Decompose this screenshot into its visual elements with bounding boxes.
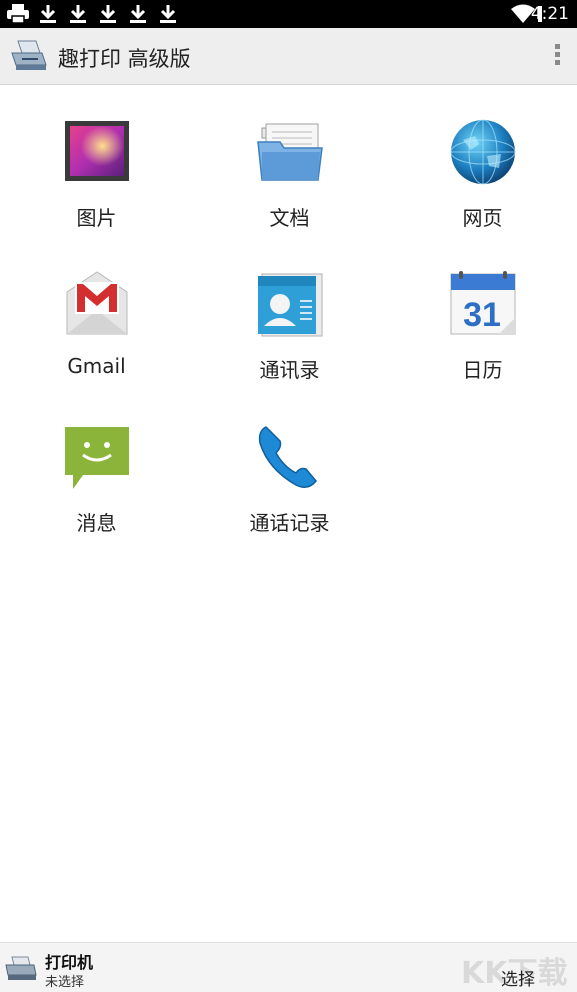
select-label: 选择 (501, 970, 535, 990)
grid-item-documents[interactable]: 文档 (193, 118, 386, 258)
download-icon (160, 5, 176, 23)
grid-item-messages[interactable]: 消息 (0, 423, 193, 563)
phone-icon (256, 423, 324, 491)
grid-item-call-log[interactable]: 通话记录 (193, 423, 386, 563)
grid-label: Gmail (67, 354, 126, 378)
overflow-menu-icon[interactable] (553, 44, 561, 70)
message-icon (63, 423, 131, 491)
download-icon (40, 5, 56, 23)
gallery-icon (63, 118, 131, 186)
gmail-icon (63, 270, 131, 338)
grid-label: 通话记录 (249, 511, 330, 535)
grid-label: 日历 (462, 358, 503, 382)
calendar-icon: 31 (449, 270, 517, 338)
status-bar: 4:21 (0, 0, 577, 28)
grid-label: 图片 (76, 206, 117, 230)
grid-label: 消息 (76, 511, 117, 535)
printer-status: 未选择 (45, 975, 85, 990)
grid-item-web[interactable]: 网页 (386, 118, 577, 258)
action-bar: 趣打印 高级版 (0, 28, 577, 85)
download-icon (130, 5, 146, 23)
grid-label: 通讯录 (259, 358, 320, 382)
globe-icon (449, 118, 517, 186)
contacts-icon (256, 270, 324, 338)
grid-label: 文档 (269, 206, 310, 230)
download-icon (100, 5, 116, 23)
printer-icon (5, 956, 37, 980)
printer-bar: 打印机 未选择 KK下载 选择 (0, 942, 577, 992)
grid-item-calendar[interactable]: 31 日历 (386, 270, 577, 410)
grid-label: 网页 (462, 206, 503, 230)
status-time: 4:21 (530, 4, 569, 24)
folder-icon (256, 118, 324, 186)
printer-notification-icon (7, 4, 29, 24)
printer-app-logo-icon[interactable] (10, 39, 48, 73)
grid-item-contacts[interactable]: 通讯录 (193, 270, 386, 410)
select-printer-button[interactable]: KK下载 选择 (459, 943, 577, 992)
download-icon (70, 5, 86, 23)
grid-item-pictures[interactable]: 图片 (0, 118, 193, 258)
printer-title: 打印机 (45, 953, 94, 972)
calendar-day: 31 (463, 296, 501, 334)
app-title: 趣打印 高级版 (58, 47, 191, 71)
grid-item-gmail[interactable]: Gmail (0, 270, 193, 410)
